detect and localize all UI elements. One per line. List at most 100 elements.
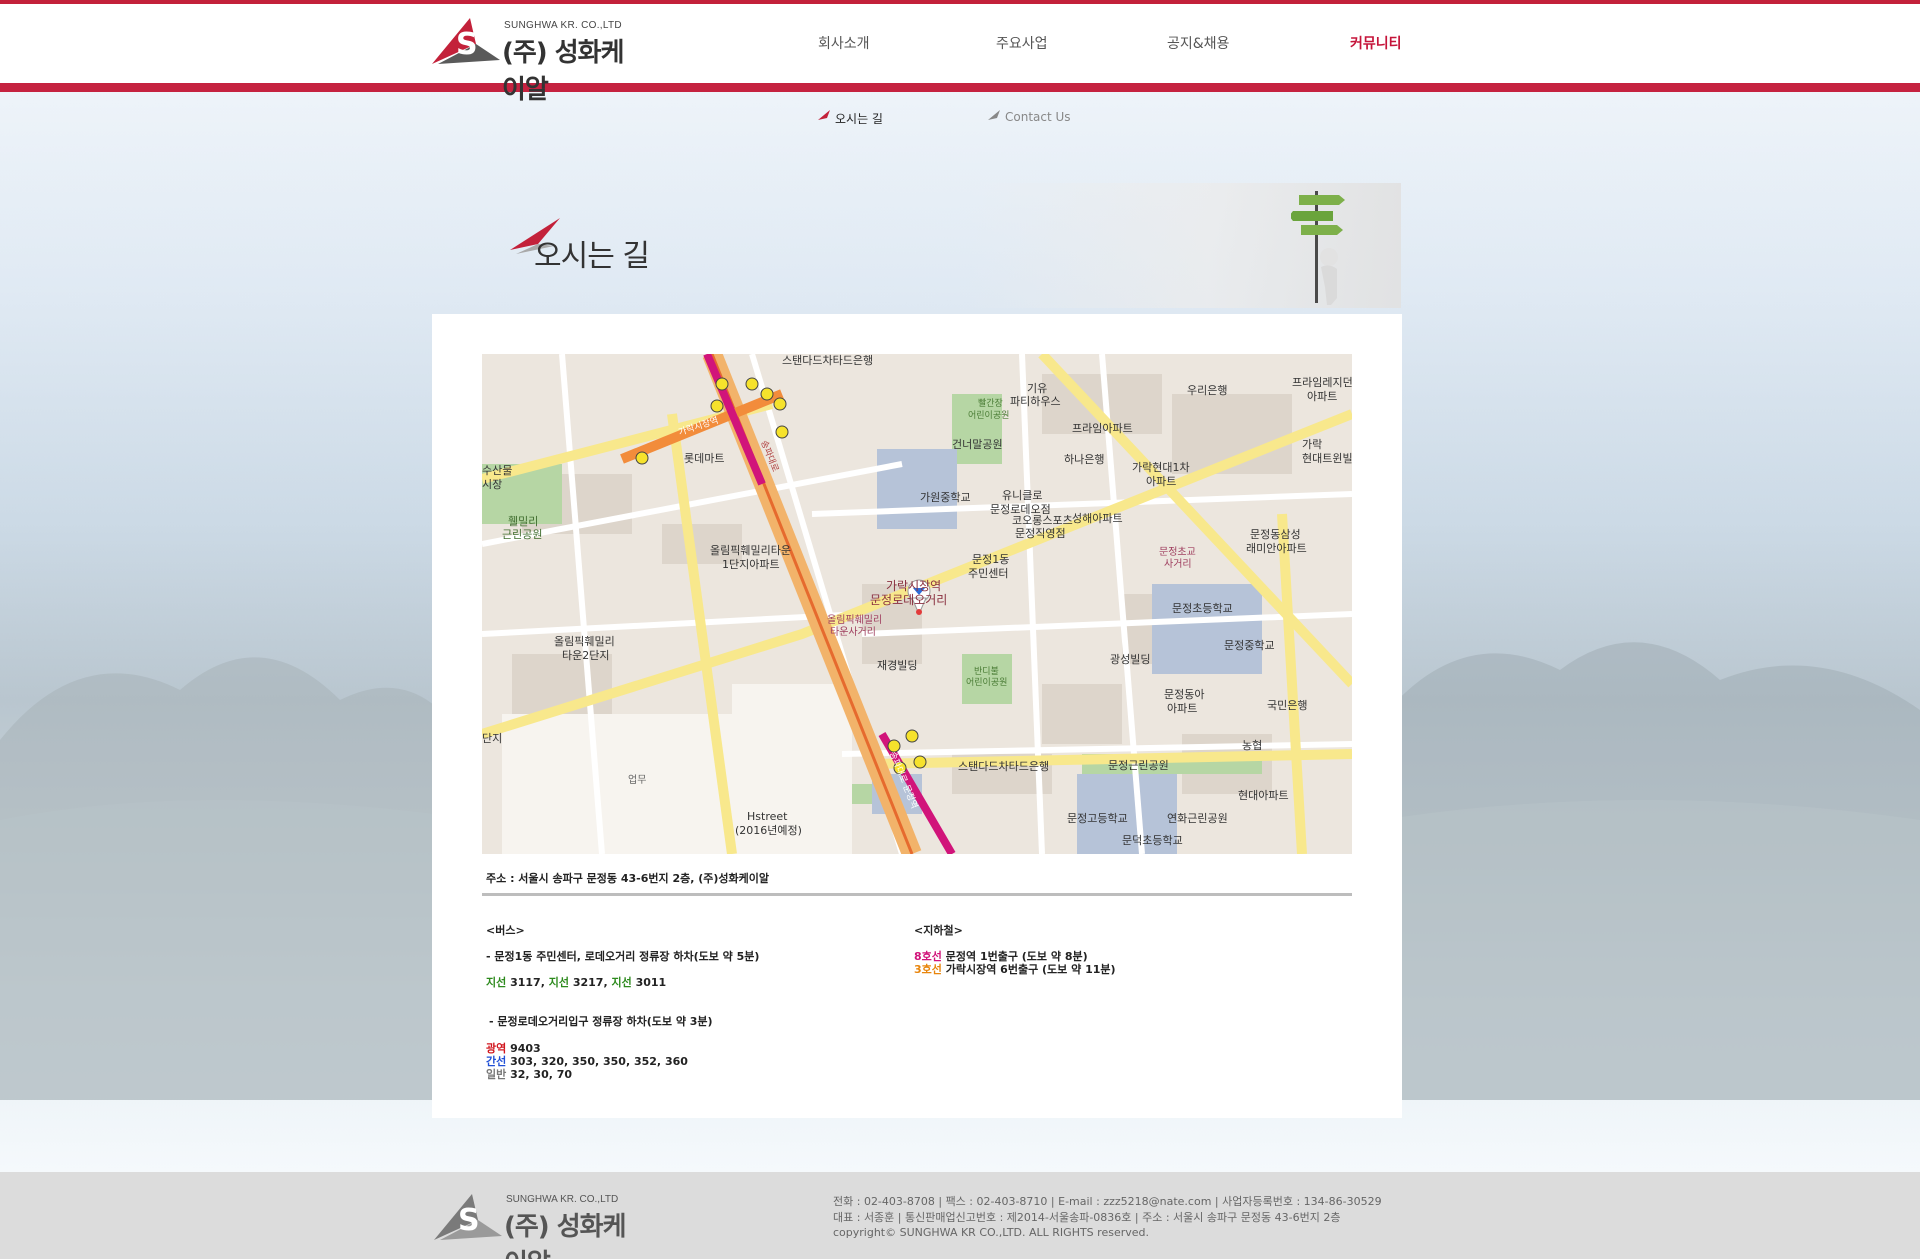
map-label: 근린공원 [502, 528, 543, 541]
bus-number: 32, 30, 70 [510, 1068, 573, 1081]
subnav-item-directions[interactable]: 오시는 길 [818, 110, 908, 126]
header [0, 4, 1920, 83]
bus-stop-1: - 문정1동 주민센터, 로데오거리 정류장 하차(도보 약 5분) [486, 950, 760, 963]
bus-stop-2-general: 일반 32, 30, 70 [486, 1068, 572, 1082]
bus-number: 3117, [510, 976, 545, 989]
logo-korean-name: (주) 성화케이알 [502, 38, 625, 105]
map-label: 시장 [482, 478, 503, 491]
bus-type: 광역 [486, 1042, 507, 1055]
map-label: 타운사거리 [830, 627, 876, 638]
map-label: 단지 [482, 732, 503, 745]
map-label: 타운2단지 [562, 649, 610, 662]
logo-korean-name: (주) 성화케이알 [504, 1212, 627, 1259]
map-label: 수산물 [482, 464, 513, 477]
bus-stop-1-routes: 지선 3117, 지선 3217, 지선 3011 [486, 976, 666, 990]
bus-stop-2-trunk: 간선 303, 320, 350, 350, 352, 360 [486, 1055, 688, 1069]
bus-number: 9403 [510, 1042, 541, 1055]
map-label: 올림픽훼밀리 [554, 635, 615, 648]
map-label: (2016년예정) [735, 824, 802, 837]
subway-line-8: 8호선 문정역 1번출구 (도보 약 8분) [914, 950, 1088, 964]
map-label: 주민센터 [968, 567, 1009, 580]
map-label: 문정로데오거리 [870, 593, 948, 607]
map-label: 광성빌딩 [1110, 653, 1151, 666]
bus-number: 303, 320, 350, 350, 352, 360 [510, 1055, 688, 1068]
map-label: 래미안아파트 [1246, 542, 1307, 555]
location-map[interactable]: 스탠다드차타드은행 파티하우스 기유 우리은행 프라임레지던 아파트 빨간장 어… [482, 354, 1352, 854]
subway-directions: 가락시장역 6번출구 (도보 약 11분) [945, 963, 1116, 976]
header-red-bar [0, 83, 1920, 92]
footer-company-info: 대표 : 서종훈 | 통신판매업신고번호 : 제2014-서울송파-0836호 … [833, 1211, 1341, 1224]
map-label: 현대트윈빌 [1302, 452, 1352, 465]
map-label: 문정직영점 [1015, 527, 1066, 540]
address: 주소 : 서울시 송파구 문정동 43-6번지 2층, (주)성화케이알 [486, 872, 770, 885]
map-label: 코오롱스포츠 [1012, 514, 1073, 527]
map-label: 가원중학교 [920, 491, 971, 504]
map-label: 1단지아파트 [722, 558, 780, 571]
subway-line-name: 8호선 [914, 950, 942, 963]
map-label: 휄밀리 [508, 515, 539, 528]
logo-mark-icon: S [434, 1194, 502, 1240]
nav-item-notice[interactable]: 공지&채용 [1167, 33, 1229, 53]
map-label: 문덕초등학교 [1122, 834, 1183, 847]
map-label: 올림픽훼밀리타운 [710, 544, 791, 557]
map-label: 어린이공원 [966, 678, 1008, 688]
map-label: 사거리 [1164, 559, 1192, 570]
subway-line-3: 3호선 가락시장역 6번출구 (도보 약 11분) [914, 963, 1116, 977]
bus-number: 3217, [572, 976, 608, 989]
map-label: 스탠다드차타드은행 [958, 760, 1050, 773]
bus-type: 지선 [611, 976, 632, 989]
subway-directions: 문정역 1번출구 (도보 약 8분) [945, 950, 1088, 963]
map-label: 건너말공원 [952, 438, 1003, 451]
bus-number: 3011 [635, 976, 667, 989]
map-label: 농협 [1242, 739, 1263, 752]
bus-stop-2-express: 광역 9403 [486, 1042, 541, 1056]
gray-arrow-icon [988, 110, 1000, 120]
map-label: 연화근린공원 [1167, 812, 1228, 825]
map-label: 기유 [1027, 382, 1048, 395]
map-label: 우리은행 [1187, 384, 1228, 397]
map-label: 업무 [628, 775, 647, 786]
logo[interactable]: S SUNGHWA KR. CO.,LTD (주) 성화케이알 [430, 14, 630, 105]
red-arrow-icon [818, 110, 830, 120]
logo-mark-icon: S [432, 18, 500, 64]
map-label: 문정동아 [1164, 688, 1205, 701]
subway-line-name: 3호선 [914, 963, 942, 976]
map-label: 문정초등학교 [1172, 602, 1233, 615]
nav-item-company[interactable]: 회사소개 [818, 33, 870, 53]
map-label: Hstreet [747, 810, 788, 823]
map-label: 성해아파트 [1072, 512, 1123, 525]
logo-english-name: SUNGHWA KR. CO.,LTD [506, 1194, 619, 1205]
map-label: 어린이공원 [968, 411, 1010, 421]
map-label: 아파트 [1167, 702, 1198, 715]
map-label: 프라임레지던 [1292, 376, 1352, 389]
bus-type: 간선 [486, 1055, 507, 1068]
bus-type: 지선 [486, 976, 507, 989]
map-label: 가락현대1차 [1132, 461, 1190, 474]
nav-item-business[interactable]: 주요사업 [996, 33, 1048, 53]
map-label: 아파트 [1146, 475, 1177, 488]
map-label: 문정동삼성 [1250, 528, 1301, 541]
map-label: 재경빌딩 [877, 659, 918, 672]
map-label: 문정근린공원 [1108, 759, 1169, 772]
map-label: 하나은행 [1064, 453, 1105, 466]
signpost-figure-icon [1291, 191, 1345, 305]
logo-english-name: SUNGHWA KR. CO.,LTD [504, 20, 622, 31]
bus-heading: <버스> [486, 924, 525, 937]
subnav-item-contact[interactable]: Contact Us [988, 110, 1088, 126]
map-label: 현대아파트 [1238, 789, 1289, 802]
nav-item-community[interactable]: 커뮤니티 [1350, 33, 1402, 53]
divider [482, 893, 1352, 896]
map-label: 아파트 [1307, 390, 1338, 403]
subway-heading: <지하철> [914, 924, 963, 937]
subnav-label: 오시는 길 [835, 112, 883, 126]
map-label: 스탠다드차타드은행 [782, 354, 874, 367]
svg-text:S: S [456, 27, 478, 62]
bus-type: 일반 [486, 1068, 507, 1081]
map-label: 롯데마트 [684, 452, 725, 465]
footer-copyright: copyright© SUNGHWA KR CO.,LTD. ALL RIGHT… [833, 1226, 1149, 1239]
map-label: 문정중학교 [1224, 639, 1275, 652]
map-label: 문정1동 [972, 553, 1010, 566]
svg-text:S: S [458, 1203, 480, 1238]
bus-stop-2: - 문정로데오거리입구 정류장 하차(도보 약 3분) [489, 1015, 713, 1028]
subnav-label: Contact Us [1005, 110, 1071, 124]
